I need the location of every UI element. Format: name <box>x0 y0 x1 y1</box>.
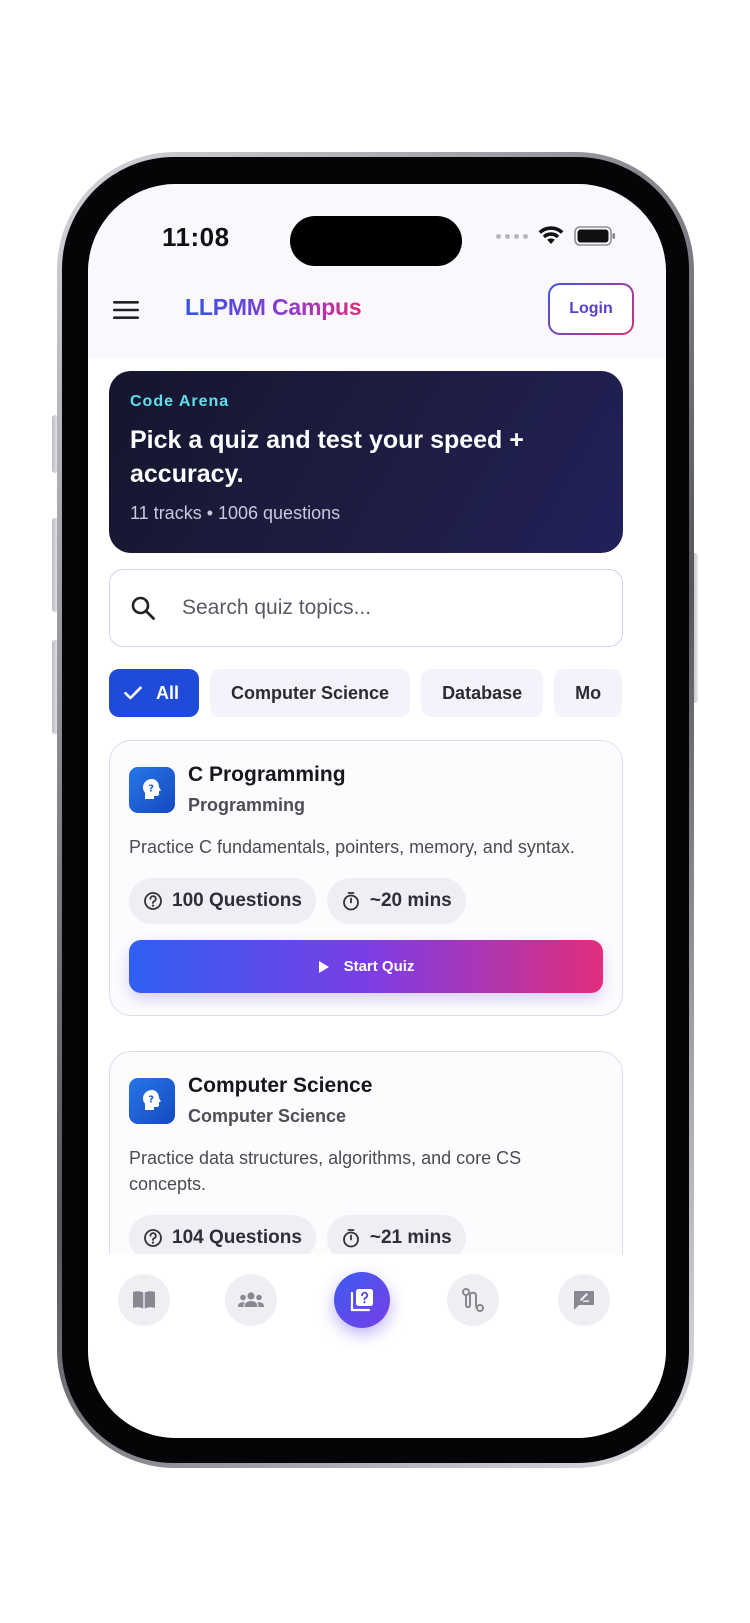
filter-chip-label: Computer Science <box>231 682 390 703</box>
hamburger-menu-icon[interactable] <box>112 299 140 321</box>
people-icon <box>238 1292 264 1307</box>
quiz-title: C Programming <box>188 763 346 786</box>
hero-banner: Code Arena Pick a quiz and test your spe… <box>109 371 623 553</box>
duration: ~20 mins <box>369 890 452 911</box>
duration-badge: ~20 mins <box>326 878 466 924</box>
search-box[interactable] <box>109 569 623 647</box>
filter-chips: All Computer Science Database Mo <box>109 669 623 719</box>
book-icon <box>133 1291 155 1309</box>
quiz-logo-icon: ? <box>129 1078 175 1124</box>
timer-icon <box>342 892 359 911</box>
filter-chip-all[interactable]: All <box>109 669 200 717</box>
filter-chip-label: All <box>156 682 180 703</box>
start-quiz-button[interactable]: Start Quiz <box>129 940 603 993</box>
filter-chip-database[interactable]: Database <box>421 669 544 717</box>
quiz-card-header: ? Computer Science Computer Science <box>129 1074 603 1127</box>
help-circle-icon <box>144 892 162 910</box>
quiz-logo-icon: ? <box>129 767 175 813</box>
duration: ~21 mins <box>369 1227 452 1248</box>
hero-kicker: Code Arena <box>130 393 230 410</box>
nav-item-roadmap[interactable] <box>447 1274 499 1326</box>
bottom-nav <box>88 1254 666 1438</box>
quiz-category: Computer Science <box>188 1106 347 1126</box>
brand-title: LLPMM Campus <box>185 294 362 320</box>
wifi-icon <box>538 226 564 244</box>
quiz-card: ? C Programming Programming Practice C f… <box>109 740 623 1016</box>
search-icon <box>131 596 155 620</box>
quiz-description: Practice C fundamentals, pointers, memor… <box>129 837 575 857</box>
dynamic-island <box>290 216 462 266</box>
hero-title: Pick a quiz and test your speed + accura… <box>130 426 524 488</box>
search-input[interactable] <box>182 596 562 620</box>
login-button-label: Login <box>550 285 632 333</box>
check-icon <box>124 686 142 700</box>
phone-screen: 11:08 LLPMM Campus Login Code Arena Pick… <box>88 184 666 1438</box>
nav-item-community[interactable] <box>225 1274 277 1326</box>
question-count-badge: 100 Questions <box>129 878 316 924</box>
nav-item-learn[interactable] <box>118 1274 170 1326</box>
quiz-title: Computer Science <box>188 1074 373 1097</box>
svg-text:?: ? <box>148 784 154 795</box>
login-button[interactable]: Login <box>548 283 634 335</box>
quiz-description: Practice data structures, algorithms, an… <box>129 1148 522 1194</box>
quiz-stats: 100 Questions ~20 mins <box>129 878 603 924</box>
question-count: 104 Questions <box>172 1227 302 1248</box>
page: 11:08 LLPMM Campus Login Code Arena Pick… <box>0 0 750 1623</box>
cellular-signal-icon <box>496 233 528 239</box>
question-count: 100 Questions <box>172 890 302 911</box>
nav-item-quiz[interactable] <box>334 1272 390 1328</box>
timer-icon <box>342 1229 359 1248</box>
quiz-icon <box>350 1289 373 1312</box>
filter-chip-more[interactable]: Mo <box>554 669 623 717</box>
quiz-card-header: ? C Programming Programming <box>129 763 603 816</box>
play-icon <box>318 960 329 973</box>
feedback-icon <box>574 1291 594 1310</box>
route-icon <box>462 1288 484 1312</box>
filter-chip-label: Mo <box>575 682 602 703</box>
battery-icon <box>574 226 615 246</box>
help-circle-icon <box>144 1229 162 1247</box>
app-header: 11:08 LLPMM Campus Login <box>88 184 666 358</box>
filter-chip-label: Database <box>442 682 523 703</box>
status-time: 11:08 <box>162 222 230 252</box>
hero-meta: 11 tracks • 1006 questions <box>130 503 341 523</box>
start-quiz-label: Start Quiz <box>343 958 415 975</box>
status-icons <box>496 226 616 246</box>
nav-item-feedback[interactable] <box>558 1274 610 1326</box>
quiz-category: Programming <box>188 795 306 815</box>
filter-chip-computer-science[interactable]: Computer Science <box>210 669 411 717</box>
svg-text:?: ? <box>148 1095 154 1106</box>
